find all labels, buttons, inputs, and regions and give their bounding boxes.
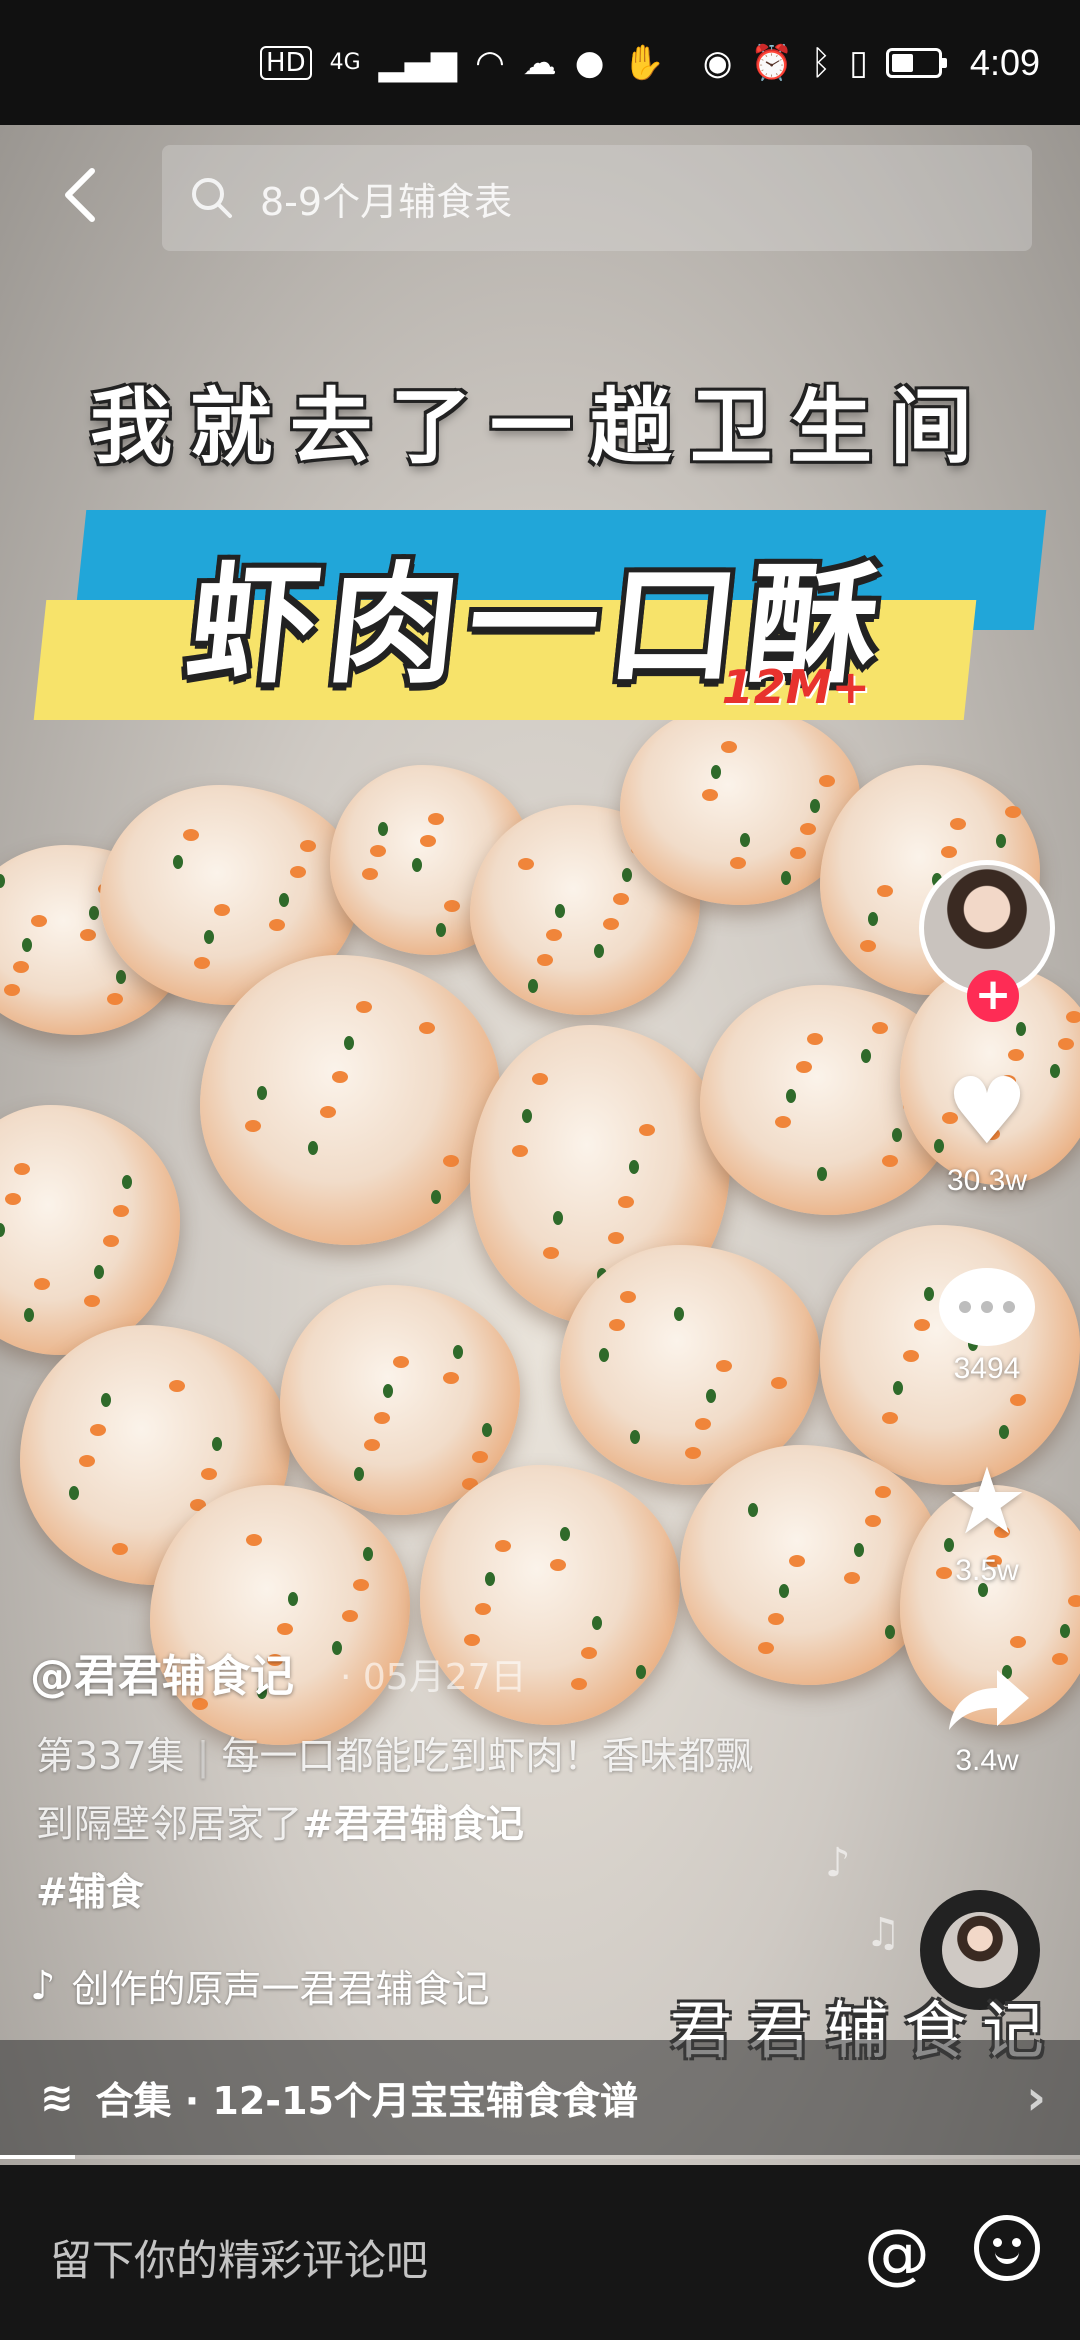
status-bar: HD 4G ▂▄▆ ◠ ☁ ● ✋ ◉ ⏰ ᛒ ▯ 4:09 xyxy=(0,0,1080,125)
comment-count: 3494 xyxy=(953,1352,1021,1385)
episode-label: 第337集 xyxy=(36,1734,185,1778)
collection-label: 合集 · 12-15个月宝宝辅食食谱 xyxy=(95,2079,638,2123)
music-info[interactable]: ♪ 创作的原声一君君辅食记 xyxy=(30,1958,490,2013)
music-note-icon: ♫ xyxy=(865,1910,901,1956)
follow-button[interactable]: + xyxy=(967,970,1019,1022)
like-count: 30.3w xyxy=(946,1164,1028,1197)
author-name[interactable]: @君君辅食记 xyxy=(30,1640,294,1704)
mention-button[interactable]: @ xyxy=(864,2215,930,2292)
alarm-icon: ⏰ xyxy=(750,42,793,83)
food-piece xyxy=(150,1485,410,1745)
age-tag: 12M+ xyxy=(721,660,870,714)
chevron-right-icon: › xyxy=(1026,2069,1046,2126)
food-piece xyxy=(0,1105,180,1355)
title-banner: 虾肉一口酥 12M+ xyxy=(33,490,1047,740)
favorite-count: 3.5w xyxy=(955,1554,1019,1587)
avatar xyxy=(942,1912,1018,1988)
collection-bar[interactable]: ≋ 合集 · 12-15个月宝宝辅食食谱 › xyxy=(0,2040,1080,2155)
bluetooth-icon: ᛒ xyxy=(810,42,832,83)
cloud-icon: ☁ xyxy=(522,42,557,83)
heart-icon: ♥ xyxy=(945,1058,1029,1165)
comment-bar: 留下你的精彩评论吧 @ xyxy=(0,2165,1080,2340)
back-button[interactable] xyxy=(50,165,110,225)
battery-icon xyxy=(885,47,947,78)
food-piece xyxy=(680,1445,940,1685)
banner-title: 虾肉一口酥 xyxy=(180,549,897,701)
chevron-left-icon xyxy=(65,168,95,222)
food-piece xyxy=(200,955,500,1245)
hd-icon: HD xyxy=(260,45,312,80)
chat-icon: ● xyxy=(574,42,605,83)
clock: 4:09 xyxy=(969,41,1040,83)
eye-icon: ◉ xyxy=(702,42,733,83)
side-actions: + ♥ 30.3w 3494 ★ 3.5w 3.4w xyxy=(912,860,1062,1778)
comment-input[interactable]: 留下你的精彩评论吧 xyxy=(50,2227,428,2288)
music-note-icon: ♪ xyxy=(825,1840,851,1886)
progress-fill xyxy=(0,2155,75,2159)
share-count: 3.4w xyxy=(955,1744,1019,1777)
comment-button[interactable]: 3494 xyxy=(939,1268,1035,1386)
music-note-icon: ♪ xyxy=(30,1962,56,2009)
video-caption: 我就去了一趟卫生间 xyxy=(89,380,990,475)
comment-icon xyxy=(939,1268,1035,1346)
star-icon: ★ xyxy=(945,1448,1029,1555)
search-input[interactable]: 8-9个月辅食表 xyxy=(162,145,1032,251)
divider: | xyxy=(184,1734,222,1778)
hand-icon: ✋ xyxy=(622,42,665,83)
video-progress[interactable] xyxy=(0,2155,1080,2159)
like-button[interactable]: ♥ 30.3w xyxy=(946,1066,1028,1198)
favorite-button[interactable]: ★ 3.5w xyxy=(946,1456,1028,1588)
hashtag[interactable]: #辅食 xyxy=(36,1870,144,1914)
hashtag[interactable]: #君君辅食记 xyxy=(302,1802,524,1846)
search-icon xyxy=(192,178,232,218)
search-placeholder: 8-9个月辅食表 xyxy=(260,179,513,224)
cellular-bars-icon: ▂▄▆ xyxy=(378,42,458,83)
share-icon xyxy=(949,1670,1029,1730)
music-title: 创作的原声一君君辅食记 xyxy=(71,1967,490,2011)
vibrate-icon: ▯ xyxy=(849,42,868,83)
share-button[interactable]: 3.4w xyxy=(939,1658,1035,1778)
top-bar: 8-9个月辅食表 xyxy=(0,145,1080,251)
post-description: 第337集 | 每一口都能吃到虾肉！香味都飘到隔壁邻居家了#君君辅食记 #辅食 xyxy=(36,1722,766,1926)
author-avatar[interactable]: + xyxy=(919,860,1055,1022)
post-date: · 05月27日 xyxy=(340,1657,527,1698)
layers-icon: ≋ xyxy=(40,2074,74,2121)
signal-icon: 4G xyxy=(329,50,361,75)
emoji-button[interactable] xyxy=(974,2215,1040,2281)
wifi-icon: ◠ xyxy=(475,42,505,83)
